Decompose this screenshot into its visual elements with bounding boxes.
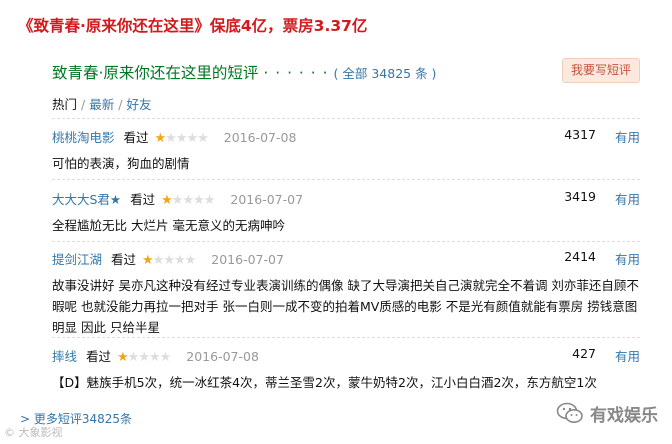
review-user[interactable]: 提剑江湖 (52, 252, 102, 267)
review-status: 看过 (130, 192, 156, 207)
review-user[interactable]: 大大大S君★ (52, 192, 121, 207)
section-header: 致青春·原来你还在这里的短评 · · · · · · ( 全部 34825 条 … (52, 58, 640, 83)
review-meta: 提剑江湖 看过 ★★★★★ 2016-07-07 2414 有用 (52, 249, 640, 269)
rating-stars: ★★★★★ (117, 350, 172, 365)
review-date: 2016-07-07 (230, 192, 304, 207)
review-date: 2016-07-08 (223, 130, 297, 145)
star-icon: ★ (161, 193, 173, 208)
star-icon: ★ (165, 131, 177, 146)
review-meta: 摔线 看过 ★★★★★ 2016-07-08 427 有用 (52, 346, 640, 366)
star-icon: ★ (173, 253, 186, 268)
divider (52, 337, 640, 338)
useful-count: 4317 (564, 127, 596, 142)
divider (52, 241, 640, 242)
star-icon: ★ (197, 131, 209, 146)
section-title[interactable]: 致青春·原来你还在这里的短评 (52, 64, 258, 82)
star-icon: ★ (163, 253, 175, 268)
divider (52, 118, 640, 119)
tab-hot[interactable]: 热门 (52, 97, 77, 112)
headline: 《致青春·原来你还在这里》保底4亿，票房3.37亿 (18, 17, 368, 35)
wechat-logo-icon (556, 402, 583, 423)
tab-latest[interactable]: 最新 (89, 97, 114, 112)
review-date: 2016-07-07 (211, 252, 284, 267)
star-icon: ★ (148, 350, 161, 365)
useful-count: 2414 (564, 249, 596, 264)
star-icon: ★ (117, 350, 129, 365)
useful-button[interactable]: 有用 (615, 249, 640, 268)
review-count[interactable]: ( 全部 34825 条 ) (334, 66, 437, 81)
review-status: 看过 (86, 349, 112, 364)
sort-tabs: 热门 / 最新 / 好友 (52, 94, 151, 113)
review-text: 故事没讲好 吴亦凡这种没有经过专业表演训练的偶像 缺了大导演把关自己演就完全不着… (52, 278, 639, 335)
review-status: 看过 (123, 130, 149, 145)
useful-button[interactable]: 有用 (615, 127, 640, 146)
review-text: 【D】魅族手机5次，统一冰红茶4次，蒂兰圣雪2次，蒙牛奶特2次，江小白白酒2次，… (52, 375, 597, 390)
star-icon: ★ (203, 193, 216, 208)
star-icon: ★ (184, 253, 197, 268)
review-user[interactable]: 桃桃淘电影 (52, 130, 115, 145)
short-review-panel: 致青春·原来你还在这里的短评 · · · · · · ( 全部 34825 条 … (40, 50, 652, 444)
review-item: 提剑江湖 看过 ★★★★★ 2016-07-07 2414 有用 故事没讲好 吴… (52, 249, 640, 338)
review-meta: 桃桃淘电影 看过 ★★★★★ 2016-07-08 4317 有用 (52, 127, 640, 147)
review-meta: 大大大S君★ 看过 ★★★★★ 2016-07-07 3419 有用 (52, 189, 640, 209)
star-icon: ★ (193, 193, 205, 208)
tab-friends[interactable]: 好友 (126, 97, 151, 112)
review-text: 可怕的表演，狗血的剧情 (52, 156, 190, 171)
rating-stars: ★★★★★ (154, 131, 209, 146)
review-text: 全程尴尬无比 大烂片 毫无意义的无病呻吟 (52, 218, 285, 233)
review-status: 看过 (111, 252, 137, 267)
star-icon: ★ (138, 350, 150, 365)
title-dots: · · · · · · (263, 64, 329, 82)
tab-separator: / (118, 97, 123, 112)
write-review-button[interactable]: 我要写短评 (562, 58, 640, 83)
star-icon: ★ (142, 253, 154, 268)
star-icon: ★ (127, 350, 140, 365)
star-icon: ★ (159, 350, 172, 365)
review-user[interactable]: 摔线 (52, 349, 77, 364)
tab-separator: / (81, 97, 86, 112)
review-date: 2016-07-08 (186, 349, 259, 364)
star-icon: ★ (154, 131, 167, 146)
review-item: 大大大S君★ 看过 ★★★★★ 2016-07-07 3419 有用 全程尴尬无… (52, 189, 640, 236)
star-icon: ★ (182, 193, 194, 208)
useful-button[interactable]: 有用 (615, 346, 640, 365)
review-item: 桃桃淘电影 看过 ★★★★★ 2016-07-08 4317 有用 可怕的表演，… (52, 127, 640, 174)
rating-stars: ★★★★★ (161, 193, 216, 208)
rating-stars: ★★★★★ (142, 253, 197, 268)
section-title-line: 致青春·原来你还在这里的短评 · · · · · · ( 全部 34825 条 … (52, 61, 436, 83)
useful-count: 3419 (564, 189, 596, 204)
divider (52, 179, 640, 180)
watermark-right: 有戏娱乐 (556, 400, 658, 426)
review-item: 摔线 看过 ★★★★★ 2016-07-08 427 有用 【D】魅族手机5次，… (52, 346, 640, 393)
star-icon: ★ (186, 131, 198, 146)
star-icon: ★ (152, 253, 165, 268)
star-icon: ★ (171, 193, 184, 208)
useful-count: 427 (572, 346, 596, 361)
useful-button[interactable]: 有用 (615, 189, 640, 208)
watermark-left: © 大象影视 (4, 426, 63, 439)
star-icon: ★ (175, 131, 188, 146)
watermark-right-text: 有戏娱乐 (590, 405, 658, 426)
